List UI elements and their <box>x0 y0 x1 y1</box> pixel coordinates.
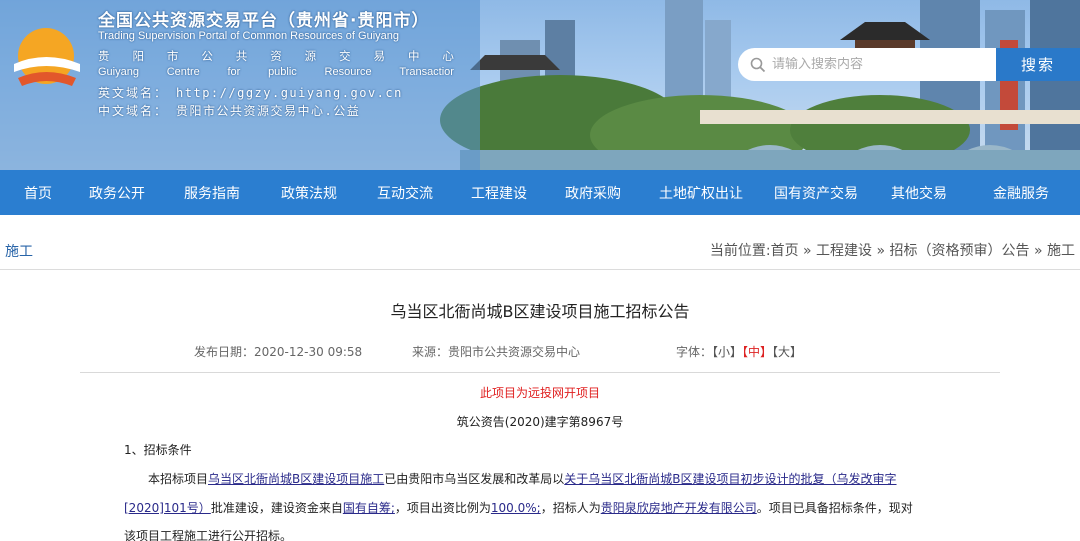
search-icon <box>750 57 766 72</box>
search-button[interactable]: 搜索 <box>996 48 1080 81</box>
center-name-en-word-5: Transactior <box>399 66 454 78</box>
site-title: 全国公共资源交易平台（贵州省·贵阳市） <box>98 11 430 31</box>
publish-date: 发布日期：2020-12-30 09:58 <box>194 343 362 360</box>
source-label: 来源： <box>412 345 449 359</box>
domain-cn-label: 中文域名： <box>98 104 169 118</box>
nav-item-construction[interactable]: 工程建设 <box>458 170 540 215</box>
breadcrumb[interactable]: 当前位置:首页 » 工程建设 » 招标（资格预审）公告 » 施工 <box>710 240 1075 260</box>
center-name-cn-char-1: 阳 <box>132 49 144 63</box>
p1-text-a: 本招标项目 <box>148 472 209 486</box>
domain-en-value: http://ggzy.guiyang.gov.cn <box>176 86 403 100</box>
project-name: 乌当区北衙尚城B区建设项目施工 <box>208 472 385 486</box>
center-name-en-word-0: Guiyang <box>98 66 139 78</box>
center-name-en-word-1: Centre <box>166 66 200 78</box>
section-bar: 施工 当前位置:首页 » 工程建设 » 招标（资格预审）公告 » 施工 <box>0 228 1080 270</box>
center-name-en-word-2: for <box>227 66 241 78</box>
nav-item-land-mining[interactable]: 土地矿权出让 <box>646 170 756 215</box>
nav-item-home[interactable]: 首页 <box>0 170 76 215</box>
font-size-switcher: 字体：【小】【中】【大】 <box>676 343 802 360</box>
center-name-cn-char-7: 交 <box>339 49 351 63</box>
divider <box>80 372 1000 373</box>
paragraph-3: 该项目工程施工进行公开招标。 <box>124 529 293 541</box>
source-value: 贵阳市公共资源交易中心 <box>448 345 581 359</box>
p2-text-c: ，招标人为 <box>540 501 601 515</box>
approval-document: 关于乌当区北衙尚城B区建设项目初步设计的批复（乌发改审字 <box>564 472 897 486</box>
center-name-cn-char-9: 中 <box>407 49 420 63</box>
font-medium-button[interactable]: 【中】 <box>742 345 772 359</box>
site-title-en: Trading Supervision Portal of Common Res… <box>98 30 400 42</box>
p1-text-b: 已由贵阳市乌当区发展和改革局以 <box>384 472 565 486</box>
center-name-en-word-4: Resource <box>324 66 372 78</box>
search-box <box>738 48 996 81</box>
main-nav: 首页 政务公开 服务指南 政策法规 互动交流 工程建设 政府采购 土地矿权出让 … <box>0 170 1080 215</box>
font-large-button[interactable]: 【大】 <box>772 345 802 359</box>
center-name-cn-char-10: 心 <box>442 49 454 63</box>
center-name-cn-char-2: 市 <box>166 49 179 63</box>
domain-en-label: 英文域名： <box>98 86 169 100</box>
nav-item-government-procurement[interactable]: 政府采购 <box>540 170 646 215</box>
nav-item-other-trade[interactable]: 其他交易 <box>876 170 962 215</box>
font-size-label: 字体： <box>676 345 713 359</box>
center-name-cn-char-4: 共 <box>235 49 248 63</box>
sunrise-logo-icon <box>14 28 80 86</box>
center-name-cn-char-8: 易 <box>373 49 386 63</box>
remote-bid-notice: 此项目为远投网开项目 <box>479 386 600 400</box>
font-small-button[interactable]: 【小】 <box>712 345 742 359</box>
fund-source: 国有自筹; <box>342 501 395 515</box>
nav-item-service-guide[interactable]: 服务指南 <box>158 170 266 215</box>
nav-item-policies[interactable]: 政策法规 <box>266 170 352 215</box>
p2-text-d: 。项目已具备招标条件，现对 <box>756 501 913 515</box>
section-title: 施工 <box>5 244 33 260</box>
header-banner: 全国公共资源交易平台（贵州省·贵阳市） Trading Supervision … <box>0 0 1080 170</box>
publish-date-label: 发布日期： <box>194 345 255 359</box>
p2-text-a: 批准建设，建设资金来自 <box>210 501 343 515</box>
center-name-en: Guiyang Centre for public Resource Transactio… <box>98 66 454 78</box>
center-name-cn-char-6: 源 <box>304 49 317 63</box>
paragraph-1: 本招标项目乌当区北衙尚城B区建设项目施工已由贵阳市乌当区发展和改革局以关于乌当区… <box>124 470 960 487</box>
approval-number: [2020]101号） <box>124 501 211 515</box>
tenderer-name: 贵阳泉欣房地产开发有限公司 <box>600 501 757 515</box>
investment-ratio: 100.0%; <box>490 501 541 515</box>
center-name-en-word-3: public <box>268 66 297 78</box>
domain-cn: 中文域名： 贵阳市公共资源交易中心.公益 <box>98 102 360 119</box>
center-name-cn-char-0: 贵 <box>98 49 110 63</box>
nav-item-state-assets[interactable]: 国有资产交易 <box>756 170 876 215</box>
center-name-cn-char-3: 公 <box>201 49 213 63</box>
nav-item-government-affairs[interactable]: 政务公开 <box>76 170 158 215</box>
center-name-cn-char-5: 资 <box>270 49 282 63</box>
search-input[interactable] <box>772 57 992 72</box>
p2-text-b: ，项目出资比例为 <box>394 501 491 515</box>
center-name-cn: 贵阳市公共资源交易中心 <box>98 48 454 64</box>
source: 来源：贵阳市公共资源交易中心 <box>412 343 580 360</box>
publish-date-value: 2020-12-30 09:58 <box>254 345 363 359</box>
document-number: 筑公资告(2020)建字第8967号 <box>456 415 624 429</box>
article-title: 乌当区北衙尚城B区建设项目施工招标公告 <box>390 302 690 321</box>
nav-item-interaction[interactable]: 互动交流 <box>352 170 458 215</box>
section-heading-bidding-conditions: 1、招标条件 <box>124 443 192 457</box>
domain-cn-value: 贵阳市公共资源交易中心.公益 <box>176 104 361 118</box>
nav-item-financial-services[interactable]: 金融服务 <box>962 170 1080 215</box>
paragraph-2: [2020]101号）批准建设，建设资金来自国有自筹;，项目出资比例为100.0… <box>124 499 960 516</box>
domain-en: 英文域名： http://ggzy.guiyang.gov.cn <box>98 84 403 101</box>
